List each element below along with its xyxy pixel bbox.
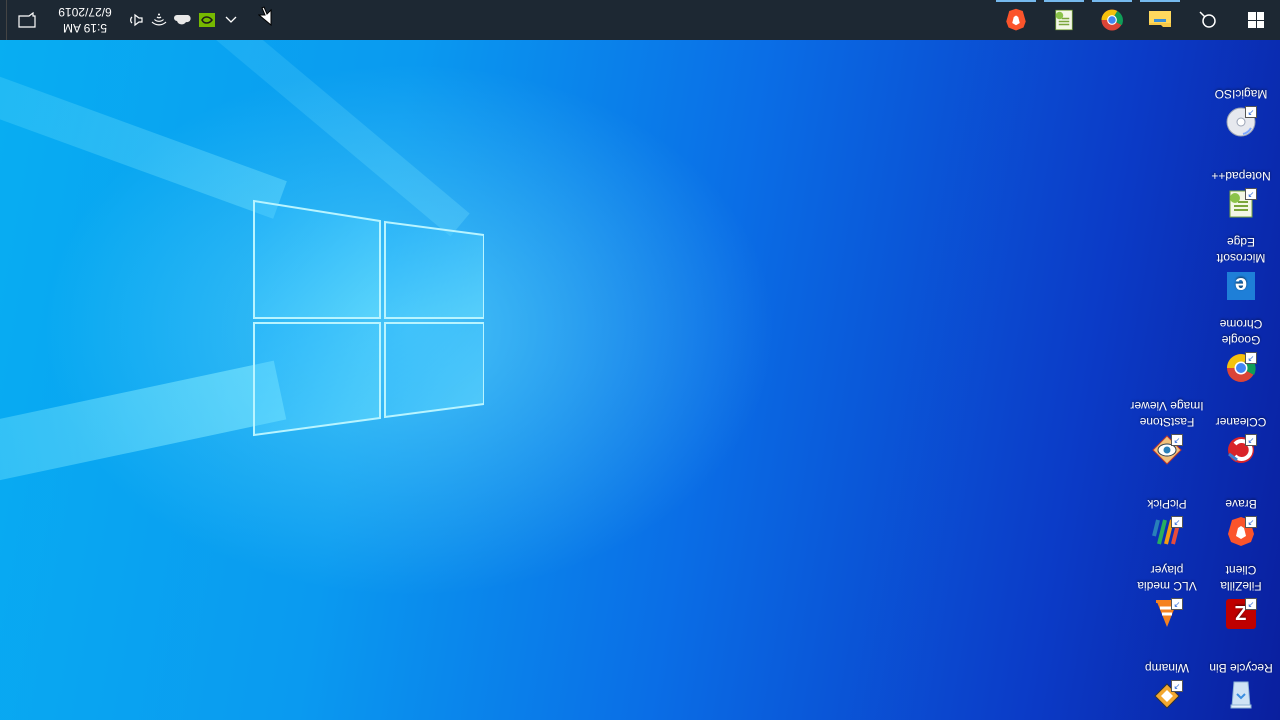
taskbar-brave[interactable] bbox=[992, 0, 1040, 40]
action-center-button[interactable] bbox=[7, 0, 47, 40]
faststone-icon: ↗ bbox=[1151, 434, 1183, 466]
desktop-icon-notepadpp[interactable]: ↗ Notepad++ bbox=[1204, 144, 1278, 226]
desktop-icon-label: MagicISO bbox=[1214, 87, 1268, 101]
desktop-icon-magiciso[interactable]: ↗ MagicISO bbox=[1204, 62, 1278, 144]
brave-icon bbox=[1006, 8, 1026, 31]
desktop-icon-label: FileZilla Client bbox=[1220, 563, 1262, 593]
taskbar-clock[interactable]: 5:19 AM 6/27/2019 bbox=[47, 4, 123, 36]
clock-date: 6/27/2019 bbox=[58, 5, 112, 19]
nvidia-icon bbox=[199, 13, 215, 27]
chrome-icon bbox=[1101, 9, 1123, 31]
desktop-icon-winamp[interactable]: ↗ Winamp bbox=[1130, 636, 1204, 718]
chevron-up-icon bbox=[225, 16, 237, 23]
desktop-icon-picpick[interactable]: ↗ PicPick bbox=[1130, 472, 1204, 554]
winamp-icon: ↗ bbox=[1151, 680, 1183, 712]
tray-onedrive[interactable] bbox=[171, 0, 195, 40]
notepadpp-icon bbox=[1055, 9, 1073, 31]
desktop-icon-label: Recycle Bin bbox=[1209, 661, 1273, 675]
filezilla-icon: Z ↗ bbox=[1225, 598, 1257, 630]
notepadpp-icon: ↗ bbox=[1225, 188, 1257, 220]
desktop-icon-label: Google Chrome bbox=[1219, 317, 1263, 347]
desktop-icon-faststone[interactable]: ↗ FastStone Image Viewer bbox=[1130, 390, 1204, 472]
show-hidden-icons-button[interactable] bbox=[219, 0, 243, 40]
desktop-icon-filezilla[interactable]: Z ↗ FileZilla Client bbox=[1204, 554, 1278, 636]
desktop-icon-ccleaner[interactable]: ↗ CCleaner bbox=[1204, 390, 1278, 472]
tray-nvidia[interactable] bbox=[195, 0, 219, 40]
windows-wallpaper-logo bbox=[252, 199, 484, 437]
notification-icon bbox=[18, 12, 36, 28]
desktop-icon-edge[interactable]: e Microsoft Edge bbox=[1204, 226, 1278, 308]
edge-icon: e bbox=[1225, 270, 1257, 302]
taskbar: 5:19 AM 6/27/2019 bbox=[0, 0, 1280, 40]
folder-icon bbox=[1149, 11, 1171, 27]
mouse-cursor-icon bbox=[258, 6, 272, 26]
cortana-search-button[interactable] bbox=[1184, 0, 1232, 40]
taskbar-notepadpp[interactable] bbox=[1040, 0, 1088, 40]
desktop-icon-brave[interactable]: ↗ Brave bbox=[1204, 472, 1278, 554]
desktop-icon-chrome[interactable]: ↗ Google Chrome bbox=[1204, 308, 1278, 390]
onedrive-icon bbox=[174, 15, 191, 25]
wifi-icon bbox=[151, 13, 167, 26]
desktop-icon-recycle-bin[interactable]: Recycle Bin bbox=[1204, 636, 1278, 718]
taskbar-file-explorer[interactable] bbox=[1136, 0, 1184, 40]
cortana-search-icon bbox=[1199, 11, 1216, 28]
show-desktop-button[interactable] bbox=[0, 0, 7, 40]
svg-text:e: e bbox=[1235, 273, 1247, 298]
tray-network[interactable] bbox=[147, 0, 171, 40]
ccleaner-icon: ↗ bbox=[1225, 434, 1257, 466]
vlc-icon: ↗ bbox=[1151, 598, 1183, 630]
brave-icon: ↗ bbox=[1225, 516, 1257, 548]
system-tray: 5:19 AM 6/27/2019 bbox=[0, 0, 243, 40]
picpick-icon: ↗ bbox=[1151, 516, 1183, 548]
recycle-bin-icon bbox=[1225, 680, 1257, 712]
chrome-icon: ↗ bbox=[1225, 352, 1257, 384]
magiciso-icon: ↗ bbox=[1225, 106, 1257, 138]
clock-time: 5:19 AM bbox=[62, 21, 108, 35]
taskbar-chrome[interactable] bbox=[1088, 0, 1136, 40]
desktop-screen: Recycle Bin Z ↗ FileZilla Client ↗ Brave… bbox=[0, 0, 1280, 720]
speaker-icon bbox=[130, 13, 143, 27]
desktop-icon-label: VLC media player bbox=[1137, 563, 1197, 593]
desktop-icon-label: PicPick bbox=[1147, 497, 1187, 511]
desktop-icon-label: Winamp bbox=[1145, 661, 1190, 675]
desktop-icon-label: FastStone Image Viewer bbox=[1130, 399, 1204, 429]
tray-volume[interactable] bbox=[123, 0, 147, 40]
desktop-icon-label: Microsoft Edge bbox=[1216, 235, 1266, 265]
desktop-icon-label: Notepad++ bbox=[1211, 169, 1271, 183]
desktop-icon-label: Brave bbox=[1225, 497, 1257, 511]
start-button[interactable] bbox=[1232, 0, 1280, 40]
desktop-icon-vlc[interactable]: ↗ VLC media player bbox=[1130, 554, 1204, 636]
desktop-icon-label: CCleaner bbox=[1215, 415, 1267, 429]
windows-start-icon bbox=[1248, 12, 1264, 28]
